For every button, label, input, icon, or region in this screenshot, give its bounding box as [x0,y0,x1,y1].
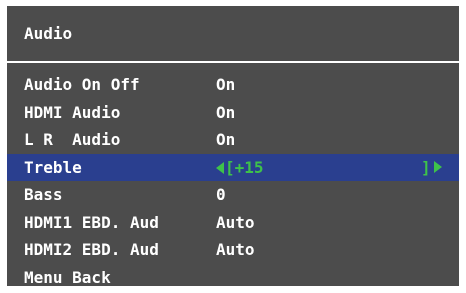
menu-item-audio-on-off[interactable]: Audio On Off On [7,71,459,99]
menu-item-treble[interactable]: Treble [+15 ] [7,153,459,181]
menu-item-label: Treble [24,157,82,177]
menu-item-value: On [216,130,236,150]
menu-item-value: On [216,102,236,122]
left-arrow-icon[interactable] [216,162,224,175]
menu-item-value: On [216,75,236,95]
menu-item-label: Bass [24,185,63,205]
menu-item-value: 0 [216,185,226,205]
menu-list: Audio On Off On HDMI Audio On L R Audio … [7,63,459,291]
audio-osd-menu: Audio Audio On Off On HDMI Audio On L R … [7,6,459,287]
menu-title: Audio [24,24,73,43]
menu-item-value: Auto [216,240,255,260]
menu-title-bar: Audio [7,6,459,61]
menu-item-hdmi2-ebd-aud[interactable]: HDMI2 EBD. Aud Auto [7,236,459,264]
menu-item-label: Menu Back [24,267,111,287]
menu-item-value: Auto [216,212,255,232]
treble-value-text: [+15 [225,157,264,177]
right-arrow-icon[interactable] [434,161,442,174]
menu-item-bass[interactable]: Bass 0 [7,181,459,209]
menu-item-label: HDMI Audio [24,102,121,122]
menu-item-label: L R Audio [24,130,121,150]
right-bracket: ] [421,157,431,177]
menu-item-lr-audio[interactable]: L R Audio On [7,126,459,154]
treble-slider-value[interactable]: [+15 [216,158,264,177]
menu-item-label: HDMI1 EBD. Aud [24,212,159,232]
menu-item-hdmi1-ebd-aud[interactable]: HDMI1 EBD. Aud Auto [7,209,459,237]
menu-item-label: HDMI2 EBD. Aud [24,240,159,260]
menu-item-menu-back[interactable]: Menu Back [7,264,459,292]
menu-item-hdmi-audio[interactable]: HDMI Audio On [7,99,459,127]
menu-item-label: Audio On Off [24,75,140,95]
